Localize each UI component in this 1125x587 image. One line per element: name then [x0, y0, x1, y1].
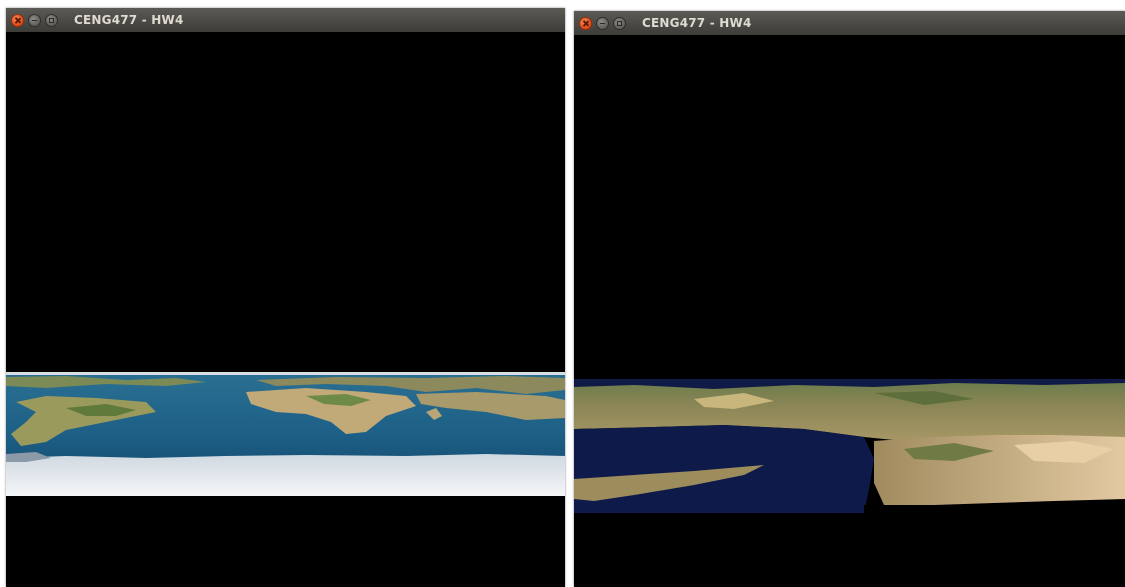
window-right[interactable]: CENG477 - HW4 [574, 11, 1125, 587]
window-title: CENG477 - HW4 [642, 16, 752, 30]
minimize-icon[interactable] [28, 13, 41, 27]
maximize-icon[interactable] [45, 13, 58, 27]
window-controls [579, 16, 630, 30]
opengl-viewport[interactable] [574, 35, 1125, 587]
minimize-icon[interactable] [596, 16, 609, 30]
close-icon[interactable] [11, 13, 24, 27]
terrain-closeup-render [574, 379, 1125, 513]
world-map-terrain-render [6, 372, 565, 496]
window-controls [11, 13, 62, 27]
titlebar[interactable]: CENG477 - HW4 [574, 11, 1125, 36]
titlebar[interactable]: CENG477 - HW4 [6, 8, 565, 33]
window-title: CENG477 - HW4 [74, 13, 184, 27]
window-left[interactable]: CENG477 - HW4 [6, 8, 565, 587]
opengl-viewport[interactable] [6, 32, 565, 587]
maximize-icon[interactable] [613, 16, 626, 30]
close-icon[interactable] [579, 16, 592, 30]
